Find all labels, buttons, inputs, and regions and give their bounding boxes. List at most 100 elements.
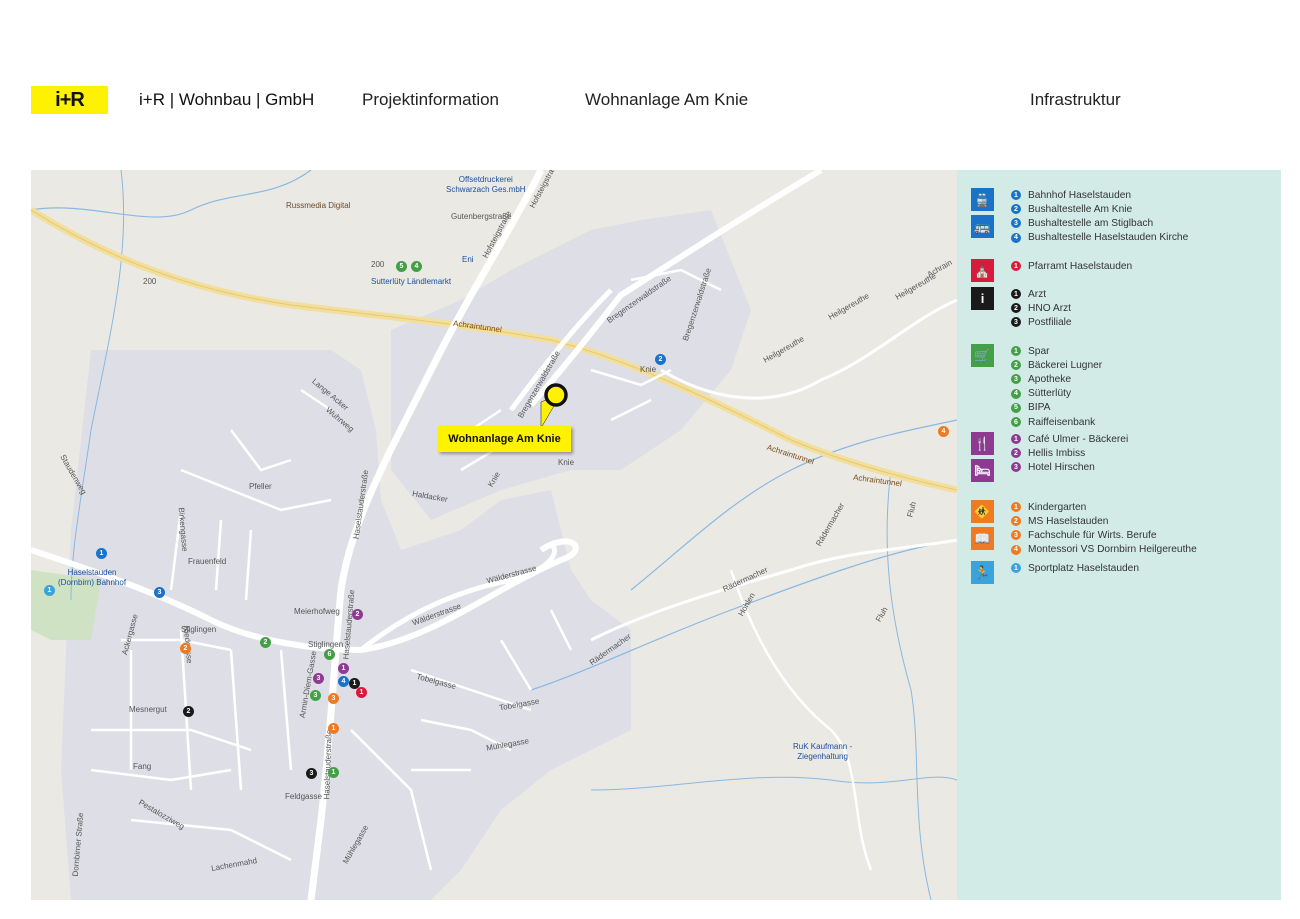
legend-items: 1 Bahnhof Haselstauden 2 Bushaltestelle Am … (1011, 188, 1188, 245)
legend-item: 5 BIPA (1011, 401, 1102, 415)
section-title: Projektinformation (362, 90, 500, 109)
cart-icon: 🛒 (971, 344, 994, 367)
road-label: Meierhofweg (294, 607, 340, 616)
legend-item-number: 2 (1011, 204, 1021, 215)
map-marker-shop[interactable]: 1 (328, 767, 339, 778)
poi-label: Russmedia Digital (286, 201, 351, 210)
legend-item-number: 3 (1011, 374, 1021, 385)
train-icon: 🚆 (971, 188, 994, 211)
legend-item: 2 Bushaltestelle Am Knie (1011, 202, 1188, 216)
poi-label: RuK Kaufmann - Ziegenhaltung (793, 742, 853, 761)
info-icon: i (971, 287, 994, 310)
map-marker-gastro[interactable]: 1 (338, 663, 349, 674)
legend-item-number: 6 (1011, 417, 1021, 428)
legend-item-number: 5 (1011, 402, 1021, 413)
map-marker-sport[interactable]: 1 (44, 585, 55, 596)
page-header: i+R i+R | Wohnbau | GmbH Projektinformat… (0, 0, 1300, 170)
book-icon: 📖 (971, 527, 994, 550)
legend-item: 1 Pfarramt Haselstauden (1011, 259, 1132, 273)
map-marker-kirche[interactable]: 1 (356, 687, 367, 698)
legend-item-number: 3 (1011, 462, 1021, 473)
map-marker-bahn[interactable]: 1 (96, 548, 107, 559)
map-marker-school[interactable]: 4 (938, 426, 949, 437)
map-marker-shop[interactable]: 3 (310, 690, 321, 701)
legend-item-number: 1 (1011, 502, 1021, 513)
legend-item-number: 2 (1011, 303, 1021, 314)
road-label: Stiglingen (308, 640, 344, 649)
map-marker-shop[interactable]: 4 (411, 261, 422, 272)
legend-item-label: Hellis Imbiss (1028, 447, 1086, 459)
legend-items: 1 Spar 2 Bäckerei Lugner 3 Apotheke 4 Sütterlüt… (1011, 344, 1102, 429)
legend-item: 1 Café Ulmer - Bäckerei (1011, 432, 1128, 446)
legend-item-label: Kindergarten (1028, 501, 1087, 513)
legend-item-number: 3 (1011, 317, 1021, 328)
legend-item-label: Bäckerei Lugner (1028, 359, 1103, 371)
legend-item-label: Postfiliale (1028, 316, 1072, 328)
legend-item-label: Pfarramt Haselstauden (1028, 260, 1133, 272)
road-label: Feldgasse (285, 792, 322, 801)
road-label: Mesnergut (129, 705, 167, 714)
legend-item: 1 Spar (1011, 344, 1102, 358)
poi-label: Offsetdruckerei Schwarzach Ges.mbH (446, 175, 526, 194)
poi-label: Sutterlüty Ländlemarkt (371, 277, 452, 286)
road-label: 200 (143, 277, 157, 286)
legend-item-label: Hotel Hirschen (1028, 461, 1095, 473)
legend-item: 2 Bäckerei Lugner (1011, 358, 1102, 372)
legend-item-label: Sütterlüty (1028, 388, 1072, 400)
map-marker-shop[interactable]: 2 (260, 637, 271, 648)
legend-item-label: Raiffeisenbank (1028, 416, 1096, 428)
map-marker-gastro[interactable]: 3 (313, 673, 324, 684)
legend-item-label: Fachschule für Wirts. Berufe (1028, 529, 1157, 541)
road-label: Knie (640, 365, 657, 374)
legend-item: 4 Bushaltestelle Haselstauden Kirche (1011, 231, 1188, 245)
road-label: 200 (371, 260, 385, 269)
legend-item: 1 Kindergarten (1011, 500, 1197, 514)
legend-item-label: Sportplatz Haselstauden (1028, 562, 1139, 574)
legend-item-number: 1 (1011, 346, 1021, 357)
map-marker-bus[interactable]: 3 (154, 587, 165, 598)
legend-item: 3 Fachschule für Wirts. Berufe (1011, 528, 1197, 542)
legend-item: 2 HNO Arzt (1011, 301, 1072, 315)
legend-item-label: Arzt (1028, 288, 1047, 300)
legend-items: 1 Pfarramt Haselstauden (1011, 259, 1132, 273)
road-label: Pfeller (249, 482, 272, 491)
legend-item-label: Bahnhof Haselstauden (1028, 189, 1132, 201)
legend-item: 2 MS Haselstauden (1011, 514, 1197, 528)
map-marker-bus[interactable]: 2 (655, 354, 666, 365)
map-marker-shop[interactable]: 5 (396, 261, 407, 272)
map-marker-gastro[interactable]: 2 (352, 609, 363, 620)
legend-item-label: Café Ulmer - Bäckerei (1028, 433, 1129, 445)
map-marker-bus[interactable]: 4 (338, 676, 349, 687)
map-marker-school[interactable]: 3 (328, 693, 339, 704)
map-marker-school[interactable]: 1 (328, 723, 339, 734)
bus-icon: 🚌 (971, 215, 994, 238)
legend-item-label: BIPA (1028, 402, 1051, 414)
hotel-icon: 🛏 (971, 459, 994, 482)
map-marker-info[interactable]: 2 (183, 706, 194, 717)
map-marker-shop[interactable]: 6 (324, 649, 335, 660)
legend-item-label: Bushaltestelle Am Knie (1028, 203, 1133, 215)
legend-item-label: Bushaltestelle Haselstauden Kirche (1028, 232, 1189, 244)
legend-item: 4 Montessori VS Dornbirn Heilgereuthe (1011, 543, 1197, 557)
legend-item: 3 Postfiliale (1011, 315, 1072, 329)
legend-item: 3 Bushaltestelle am Stiglbach (1011, 216, 1188, 230)
map-marker-info[interactable]: 3 (306, 768, 317, 779)
location-map[interactable]: 200 200 Hofsteigstraße Hofsteigstraße Gu… (31, 170, 957, 900)
legend-item-number: 3 (1011, 218, 1021, 229)
legend-item-number: 1 (1011, 190, 1021, 201)
legend-items: 1 Kindergarten 2 MS Haselstauden 3 Fachschule… (1011, 500, 1197, 557)
restaurant-icon: 🍴 (971, 432, 994, 455)
legend-item-number: 2 (1011, 448, 1021, 459)
legend-item-number: 2 (1011, 360, 1021, 371)
map-marker-school[interactable]: 2 (180, 643, 191, 654)
legend-panel: 🚆 🚌 1 Bahnhof Haselstauden 2 Bushaltestelle A… (957, 170, 1281, 900)
legend-item: 1 Bahnhof Haselstauden (1011, 188, 1188, 202)
project-pin-label: Wohnanlage Am Knie (438, 426, 571, 452)
legend-item: 2 Hellis Imbiss (1011, 446, 1128, 460)
legend-item-label: Spar (1028, 345, 1050, 357)
legend-item-label: Apotheke (1028, 373, 1072, 385)
poi-label: Eni (462, 255, 474, 264)
church-icon: ⛪ (971, 259, 994, 282)
sport-icon: 🏃 (971, 561, 994, 584)
legend-items: 1 Café Ulmer - Bäckerei 2 Hellis Imbiss 3 Hot… (1011, 432, 1128, 475)
